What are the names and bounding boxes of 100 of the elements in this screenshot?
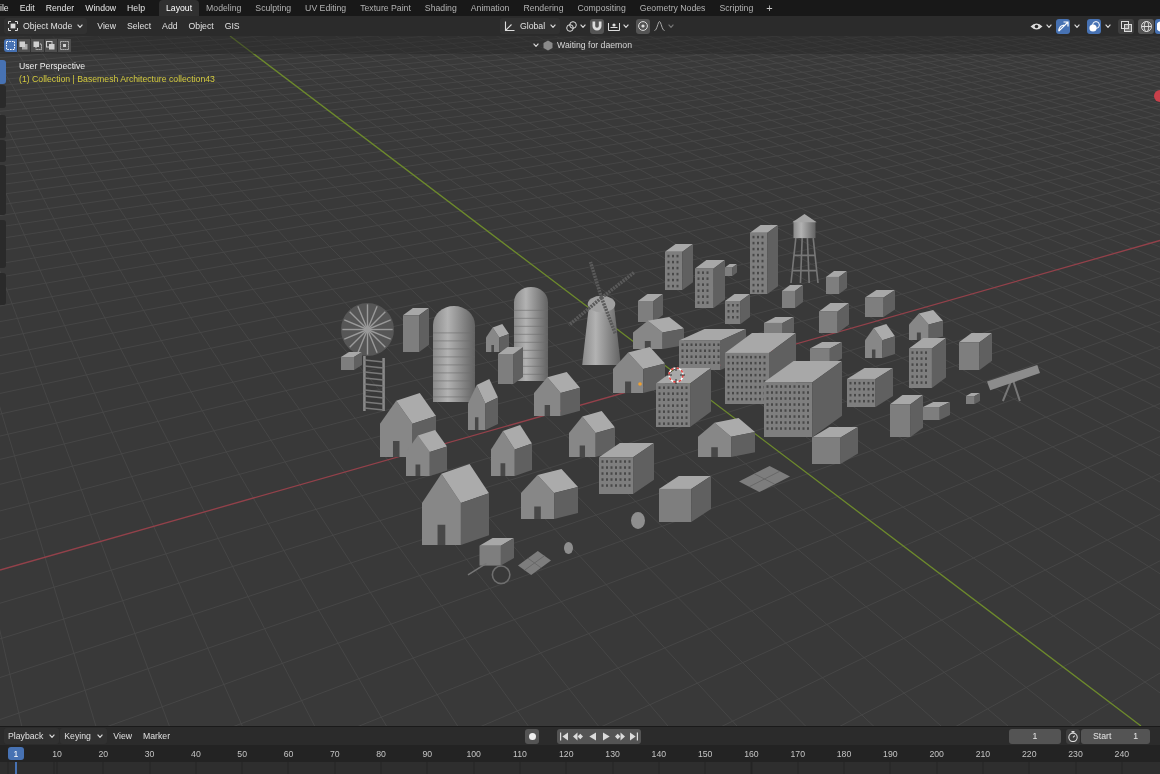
workspace-tab[interactable]: Sculpting [248,0,299,16]
timeline-dropdown[interactable]: Keying [60,728,107,744]
gizmo-arrows-icon [1057,20,1069,32]
block-model [782,285,803,308]
view-name: User Perspective [19,59,86,73]
tombstone-model [812,427,858,464]
chain-link-icon [566,20,578,32]
shading-button[interactable] [1155,18,1160,34]
house-model [909,310,943,340]
selection-mode-button[interactable] [17,38,30,52]
house-model [521,469,578,519]
gate-model [659,476,711,522]
frame-number: 240 [1114,748,1130,759]
menu-item[interactable]: Window [79,0,122,16]
block-model [819,303,849,333]
frame-number: 60 [283,748,294,759]
current-frame-field[interactable]: 1 [1009,728,1061,744]
frame-number: 50 [237,748,247,759]
stopwatch-icon [1068,730,1078,742]
jump-start-icon [560,731,568,741]
block-model [403,308,429,352]
collection-info: (1) Collection | Basemesh Architecture collection43 [19,72,215,86]
block-model [865,290,895,317]
workspace-tab[interactable]: Modeling [199,0,249,16]
block-model [890,395,923,437]
block-model [826,271,847,294]
xray-toggle[interactable] [1118,18,1134,34]
frame-number: 10 [52,748,62,759]
workspace-tab[interactable]: Shading [417,0,464,16]
header-menu[interactable]: Object [183,17,220,35]
menu-item[interactable]: Help [121,0,151,16]
selection-mode-button[interactable] [58,38,71,52]
status-text: Waiting for daemon [557,40,632,50]
chevron-icon [623,24,630,28]
chevron-icon [96,734,103,738]
frame-number: 130 [605,748,620,759]
timeline-dropdown[interactable]: Playback [4,728,60,744]
workspace-tab[interactable]: Texture Paint [353,0,418,16]
header-menu[interactable]: Select [121,17,157,35]
rock-model [631,512,645,529]
water-tower-model [790,214,819,284]
building-model [665,244,693,290]
circle-dot-icon [638,21,649,31]
cart-model [467,538,514,585]
house-model [486,324,509,352]
timeline-menu[interactable]: View [107,727,138,745]
start-label: Start [1093,731,1112,741]
jump-end-icon [630,731,638,741]
menu-item[interactable]: ile [0,0,15,16]
house-model [491,425,532,476]
gizmo-toggle[interactable] [1056,18,1070,34]
xray-squares-icon [1120,20,1132,32]
building-model [599,443,654,494]
selection-mode-button[interactable] [31,38,44,52]
start-frame-field[interactable]: Start 1 [1081,728,1150,744]
header-menu[interactable]: View [91,17,122,35]
workspace-tab[interactable]: Layout [159,0,200,16]
workspace-tab[interactable]: Geometry Nodes [632,0,713,16]
header-menu[interactable]: Add [156,17,184,35]
overlays-toggle[interactable] [1087,18,1101,34]
wind-wheel-model [341,303,394,356]
menu-item[interactable]: Render [40,0,80,16]
wireframe-sphere-icon [1140,20,1152,32]
workspace-tab[interactable]: UV Editing [298,0,354,16]
object-mode-icon [8,21,18,31]
ladder-model [363,354,385,413]
header-menu[interactable]: GIS [219,17,246,35]
shading-button[interactable] [1138,18,1154,34]
frame-number: 110 [513,748,527,759]
proportional-edit-toggle[interactable] [636,18,651,34]
block-model [638,294,663,322]
cannon-model [987,365,1040,402]
record-icon [528,732,536,740]
building-model [909,338,946,388]
block-model [498,347,523,384]
chevron-icon [1046,24,1052,28]
frame-number: 120 [559,748,574,759]
floor-tile-model [739,466,790,492]
block-model [966,393,980,404]
selection-mode-button[interactable] [4,38,17,52]
auto-keying-button[interactable] [525,728,539,744]
workspace-tab[interactable]: Compositing [570,0,633,16]
house-model [569,411,615,457]
stopwatch-button[interactable] [1066,728,1080,744]
workspace-tab[interactable]: Scripting [712,0,761,16]
add-workspace-button[interactable]: + [760,0,779,16]
playhead-frame-badge[interactable]: 1 [8,747,24,760]
start-value: 1 [1133,731,1138,741]
chevron-icon [533,43,539,47]
menu-item[interactable]: Edit [14,0,41,16]
workspace-tab[interactable]: Animation [463,0,517,16]
timeline-menu[interactable]: Marker [137,727,176,745]
frame-number: 20 [98,748,109,759]
origin-dot-icon [638,382,642,386]
workspace-tab[interactable]: Rendering [516,0,571,16]
frame-number: 150 [697,748,713,759]
block-model [959,333,992,370]
snap-toggle[interactable] [590,18,605,34]
orientation-dropdown[interactable]: Global [500,18,561,34]
mode-dropdown[interactable]: Object Mode [4,18,88,34]
